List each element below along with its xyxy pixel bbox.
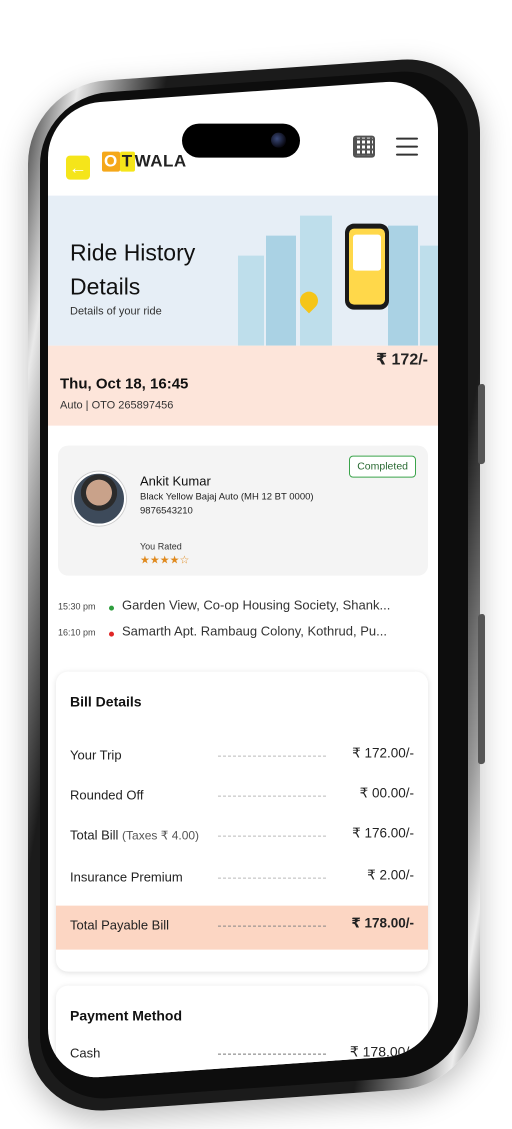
dynamic-island: [182, 123, 300, 158]
bill-label: Total Bill (Taxes ₹ 4.00): [70, 828, 199, 843]
total-bill-label: Total Bill: [70, 827, 119, 843]
driver-card: Ankit Kumar Black Yellow Bajaj Auto (MH …: [58, 445, 428, 576]
bill-label: Rounded Off: [70, 787, 144, 803]
building-illustration: [388, 225, 418, 346]
divider: [218, 1053, 326, 1055]
drop-time: 16:10 pm: [58, 627, 96, 638]
route-pickup: 15:30 pm Garden View, Co-op Housing Soci…: [58, 596, 428, 622]
driver-vehicle: Black Yellow Bajaj Auto (MH 12 BT 0000): [140, 491, 314, 503]
drop-address: Samarth Apt. Rambaug Colony, Kothrud, Pu…: [122, 623, 387, 639]
app-logo: O T WALA: [102, 151, 187, 172]
drop-dot-icon: [109, 631, 114, 637]
bill-amount: ₹ 176.00/-: [352, 825, 414, 841]
payment-method: Cash: [70, 1045, 101, 1061]
power-button: [478, 383, 485, 465]
divider: [218, 925, 326, 927]
building-illustration: [300, 215, 332, 346]
divider: [218, 877, 326, 879]
bill-label: Your Trip: [70, 747, 122, 763]
building-illustration: [238, 255, 264, 346]
bill-row-payable: Total Payable Bill ₹ 178.00/-: [56, 905, 428, 950]
payment-title: Payment Method: [70, 1007, 183, 1024]
pickup-address: Garden View, Co-op Housing Society, Shan…: [122, 597, 391, 613]
map-phone-illustration: [345, 223, 389, 310]
bill-amount: ₹ 00.00/-: [359, 785, 414, 801]
payable-amount: ₹ 178.00/-: [351, 915, 414, 931]
page-title: Ride History Details: [70, 239, 196, 300]
tax-note: (Taxes ₹ 4.00): [122, 828, 200, 843]
pickup-time: 15:30 pm: [58, 601, 96, 612]
bill-amount: ₹ 2.00/-: [367, 867, 414, 883]
ride-datetime: Thu, Oct 18, 16:45: [60, 375, 189, 393]
ride-fare: ₹ 172/-: [375, 351, 428, 369]
driver-phone[interactable]: 9876543210: [140, 506, 193, 517]
rating-stars-icon: ★★★★☆: [140, 554, 190, 567]
bill-details-card: Bill Details Your Trip ₹ 172.00/- Rounde…: [56, 671, 428, 972]
bill-amount: ₹ 172.00/-: [352, 745, 414, 761]
logo-o: O: [102, 151, 120, 172]
rated-label: You Rated: [140, 541, 182, 552]
qr-code-icon[interactable]: [353, 135, 375, 158]
route-drop: 16:10 pm Samarth Apt. Rambaug Colony, Ko…: [58, 622, 428, 648]
divider: [218, 795, 326, 797]
payable-label: Total Payable Bill: [70, 917, 169, 933]
ride-meta: Auto | OTO 265897456: [60, 399, 174, 412]
driver-avatar: [72, 471, 126, 526]
bill-row-insurance: Insurance Premium ₹ 2.00/-: [56, 858, 428, 898]
pickup-dot-icon: [109, 605, 114, 611]
arrow-left-icon: ←: [69, 157, 87, 178]
phone-screen: ← O T WALA Ride History Details Details of…: [48, 78, 438, 1081]
hero-banner: Ride History Details Details of your rid…: [48, 195, 438, 346]
divider: [218, 755, 326, 757]
status-badge: Completed: [349, 455, 416, 478]
hamburger-menu-icon[interactable]: [396, 137, 418, 156]
logo-t: T: [119, 151, 135, 172]
route-list: 15:30 pm Garden View, Co-op Housing Soci…: [58, 596, 428, 648]
bill-row-trip: Your Trip ₹ 172.00/-: [56, 736, 428, 776]
driver-name: Ankit Kumar: [140, 473, 211, 489]
back-button[interactable]: ←: [66, 155, 90, 180]
building-illustration: [420, 245, 438, 346]
ride-summary-band: ₹ 172/- Thu, Oct 18, 16:45 Auto | OTO 26…: [48, 345, 438, 426]
volume-button: [478, 613, 485, 765]
camera-icon: [271, 132, 286, 148]
divider: [218, 835, 326, 837]
bill-label: Insurance Premium: [70, 869, 183, 885]
bill-row-rounded: Rounded Off ₹ 00.00/-: [56, 776, 428, 816]
bill-title: Bill Details: [70, 693, 142, 710]
logo-text: WALA: [134, 151, 187, 171]
bill-row-total: Total Bill (Taxes ₹ 4.00) ₹ 176.00/-: [56, 816, 428, 856]
building-illustration: [266, 235, 296, 346]
page-subtitle: Details of your ride: [70, 305, 162, 318]
